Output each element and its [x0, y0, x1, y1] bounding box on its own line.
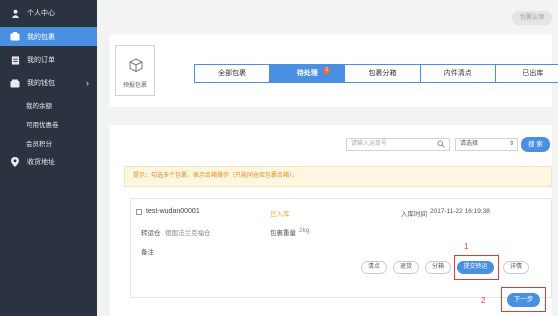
tab-label: 待处理: [296, 70, 318, 77]
details-button[interactable]: 详情: [503, 261, 529, 274]
tab-pending[interactable]: 待处理 1: [270, 65, 346, 82]
filter-select[interactable]: 请选择 ⇕: [455, 138, 518, 151]
tab-label: 内件清点: [443, 70, 472, 77]
sidebar-subitem-coupons[interactable]: 可用优惠卷: [26, 119, 59, 129]
warehouse-value: 德国法兰克福仓: [165, 230, 211, 237]
select-value: 请选择: [460, 141, 479, 147]
tab-label: 全部包裹: [218, 70, 247, 77]
user-icon: [10, 8, 20, 18]
tab-split[interactable]: 包裹分箱: [345, 65, 421, 82]
sidebar-item-orders[interactable]: 我的订单: [0, 53, 97, 67]
sidebar-item-label: 收货地址: [27, 159, 55, 166]
package-icon: [10, 32, 20, 42]
tab-all[interactable]: 全部包裹: [195, 65, 271, 82]
tracking-number: test-wudan00001: [146, 208, 200, 215]
sidebar-item-label: 我的钱包: [27, 80, 55, 87]
search-icon: [437, 140, 445, 148]
sidebar-item-address[interactable]: 收货地址: [0, 155, 97, 169]
box-icon: [129, 58, 143, 72]
return-button[interactable]: 退货: [393, 261, 419, 274]
weight-label: 包裹重量: [270, 230, 296, 237]
wallet-icon: [10, 78, 20, 88]
package-status-card: 预报包裹 全部包裹 待处理 1 包裹分箱 内件清点 已出库: [110, 34, 558, 107]
weight-value: 2kg: [299, 227, 310, 234]
annotation-number: 1: [464, 242, 469, 251]
status-tabs: 全部包裹 待处理 1 包裹分箱 内件清点 已出库: [194, 64, 558, 83]
pre-package-button[interactable]: 预报包裹: [115, 45, 155, 96]
main-content: 包裹认领 预报包裹 全部包裹 待处理 1 包裹分箱 内件清点 已出库 请输入运单…: [97, 0, 558, 316]
package-item: test-wudan00001 已入库 入库时间 2017-11-22 16:1…: [130, 198, 552, 298]
pending-count-badge: 1: [323, 67, 331, 74]
status-badge: 已入库: [270, 211, 290, 218]
search-button[interactable]: 搜 索: [521, 137, 550, 152]
sidebar-subitem-balance[interactable]: 我的余额: [26, 100, 52, 110]
chevron-right-icon: ›: [86, 78, 89, 88]
sidebar-item-label: 我的包裹: [27, 33, 55, 41]
next-step-button[interactable]: 下一步: [507, 293, 540, 307]
tab-inventory[interactable]: 内件清点: [421, 65, 496, 82]
select-arrows-icon: ⇕: [508, 141, 514, 147]
tab-label: 已出库: [522, 70, 544, 77]
search-input[interactable]: 请输入运单号: [346, 138, 450, 151]
pre-package-label: 预报包裹: [122, 83, 147, 89]
tab-shipped[interactable]: 已出库: [496, 65, 558, 82]
merge-tip: 提示：勾选多个包裹，表示合箱操作（只能同仓库包裹合箱）。: [124, 166, 552, 187]
location-icon: [10, 157, 20, 167]
sidebar: 个人中心 我的包裹 我的订单 我的钱包 › 我的余额 可用优惠卷 会员积分 收货…: [0, 0, 97, 316]
sidebar-item-wallet[interactable]: 我的钱包 ›: [0, 76, 97, 90]
sidebar-item-profile[interactable]: 个人中心: [0, 6, 97, 20]
count-button[interactable]: 清点: [361, 261, 387, 274]
note-label: 备注: [141, 249, 154, 256]
package-list-card: 请输入运单号 请选择 ⇕ 搜 索 提示：勾选多个包裹，表示合箱操作（只能同仓库包…: [110, 125, 552, 316]
annotation-number: 2: [481, 296, 486, 305]
package-checkbox[interactable]: [136, 209, 142, 215]
sidebar-item-label: 个人中心: [27, 10, 55, 17]
sidebar-subitem-points[interactable]: 会员积分: [26, 138, 52, 148]
split-button[interactable]: 分箱: [425, 261, 451, 274]
warehouse-label: 转运仓: [141, 230, 161, 237]
in-time-value: 2017-11-22 16:19:38: [430, 208, 490, 215]
in-time-label: 入库时间: [401, 211, 427, 218]
sidebar-item-label: 我的订单: [27, 57, 55, 64]
sidebar-item-packages[interactable]: 我的包裹: [0, 27, 97, 46]
search-placeholder: 请输入运单号: [351, 141, 388, 147]
tab-label: 包裹分箱: [368, 70, 397, 77]
highlight-box-1: [454, 255, 499, 280]
package-claim-button[interactable]: 包裹认领: [512, 11, 552, 25]
order-icon: [10, 55, 20, 65]
